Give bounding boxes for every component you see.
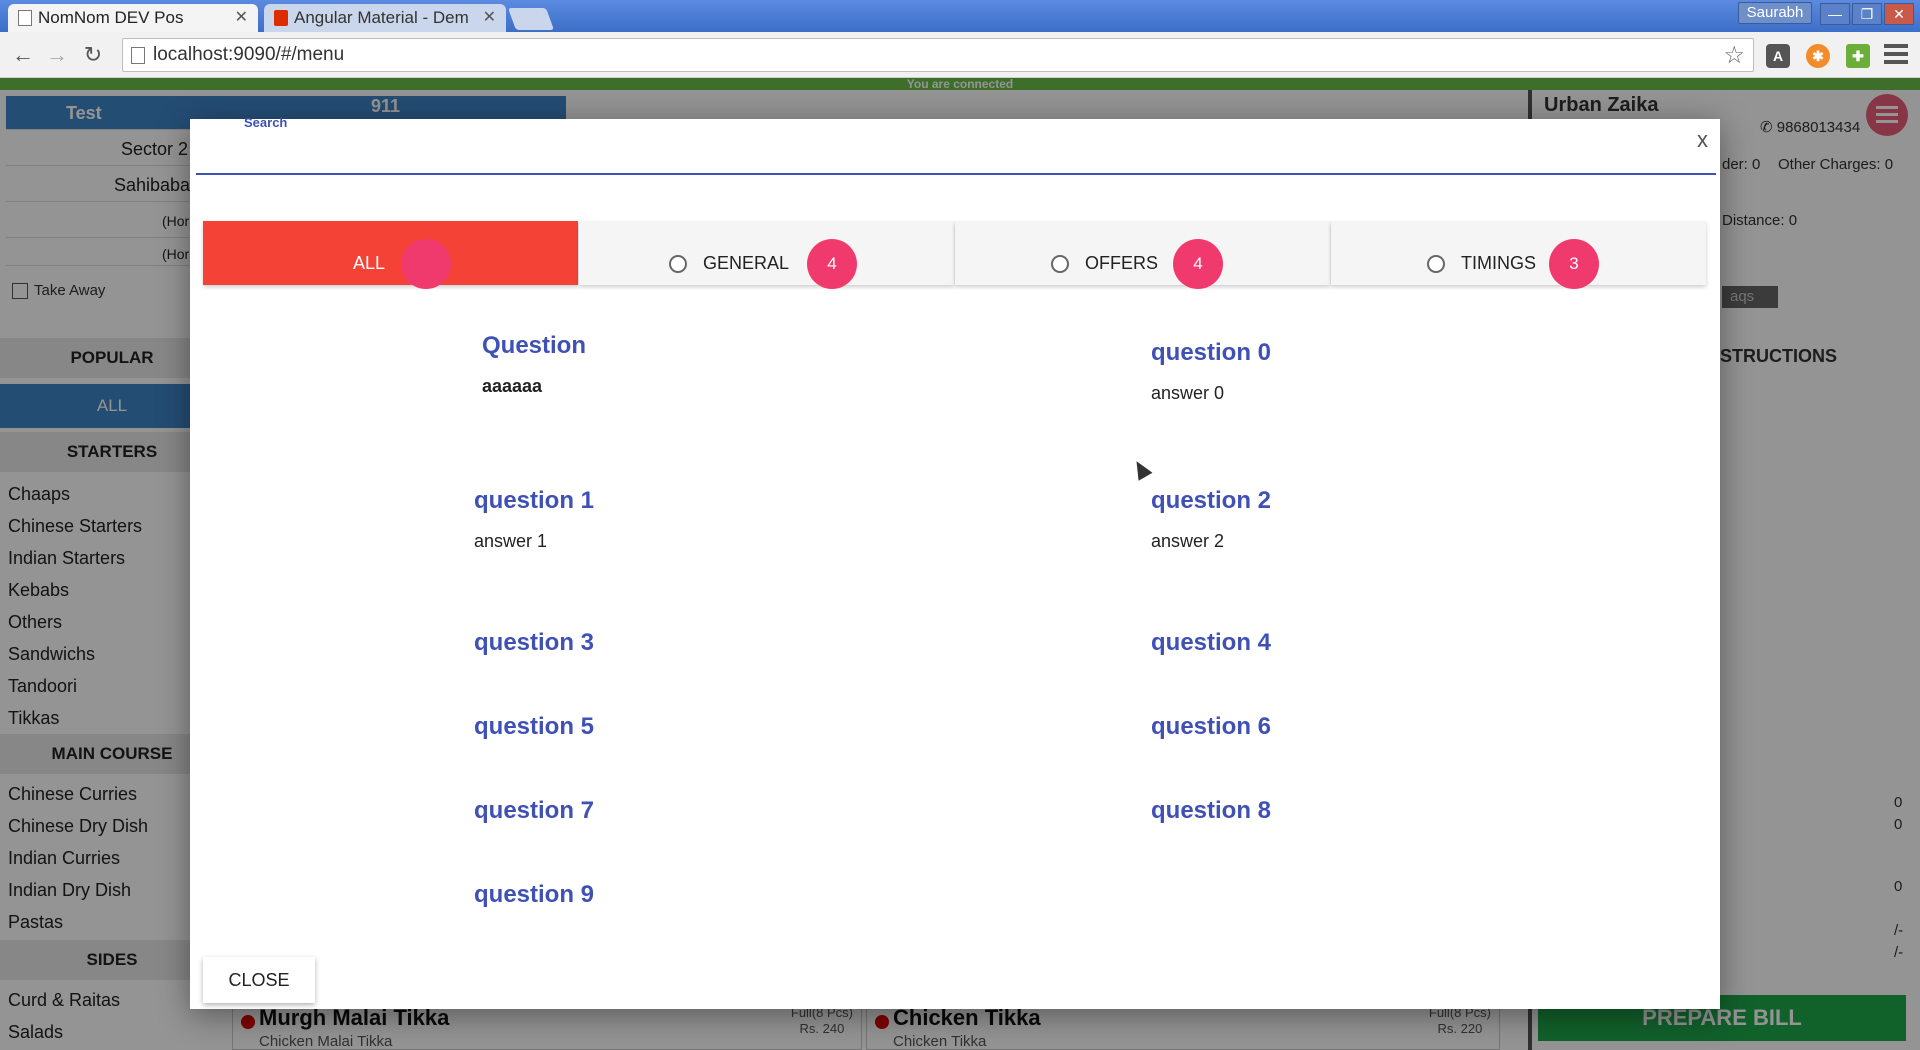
faq-question: question 6 xyxy=(1151,713,1272,740)
tab-general[interactable]: GENERAL 4 xyxy=(579,221,954,289)
back-arrow-icon[interactable]: ← xyxy=(10,42,36,68)
browser-tab-angular-material[interactable]: Angular Material - Dem ✕ xyxy=(264,4,506,32)
radio-icon xyxy=(669,255,687,273)
tab-all[interactable]: ALL xyxy=(203,221,578,289)
faq-question: question 1 xyxy=(474,487,595,514)
restore-button[interactable]: ❐ xyxy=(1852,3,1882,25)
minimize-button[interactable]: — xyxy=(1820,3,1850,25)
faq-question: question 3 xyxy=(474,629,595,656)
tab-timings[interactable]: TIMINGS 3 xyxy=(1331,221,1706,289)
angular-logo-icon xyxy=(274,10,288,26)
tab-label: TIMINGS xyxy=(1461,253,1536,273)
tab-badge xyxy=(401,239,451,289)
faq-item: question 9 xyxy=(474,881,594,909)
tab-badge: 4 xyxy=(807,239,857,289)
faq-dialog: Search x ALL GENERAL 4 OFFERS 4 TIMINGS … xyxy=(190,115,1720,1009)
faq-item: question 2 answer 2 xyxy=(1151,487,1271,552)
tab-label: OFFERS xyxy=(1085,253,1159,273)
faq-question: question 8 xyxy=(1151,797,1272,824)
faq-question: question 4 xyxy=(1151,629,1272,656)
faq-item: question 8 xyxy=(1151,797,1271,825)
faq-answer: answer 2 xyxy=(1151,531,1225,551)
faq-question: question 9 xyxy=(474,881,595,908)
reload-icon[interactable]: ↻ xyxy=(80,42,106,68)
radio-icon xyxy=(1051,255,1069,273)
address-bar[interactable]: localhost:9090/#/menu ☆ xyxy=(122,38,1754,72)
faq-answer: answer 0 xyxy=(1151,383,1225,403)
radio-icon xyxy=(1427,255,1445,273)
faq-question: question 5 xyxy=(474,713,595,740)
faq-item: question 3 xyxy=(474,629,594,657)
faq-question: Question xyxy=(482,332,587,359)
faq-item: question 0 answer 0 xyxy=(1151,339,1271,404)
faq-answer: answer 1 xyxy=(474,531,548,551)
faq-item: Question aaaaaa xyxy=(482,332,586,397)
close-tab-icon[interactable]: ✕ xyxy=(235,4,248,32)
search-input[interactable] xyxy=(196,131,1716,175)
tab-title: NomNom DEV Pos xyxy=(38,8,184,27)
browser-toolbar: ← → ↻ localhost:9090/#/menu ☆ A ✱ ✚ xyxy=(0,32,1920,78)
tab-badge: 4 xyxy=(1173,239,1223,289)
close-icon[interactable]: x xyxy=(1697,127,1708,153)
tab-badge: 3 xyxy=(1549,239,1599,289)
faq-item: question 5 xyxy=(474,713,594,741)
page-icon xyxy=(18,10,32,26)
tab-label: ALL xyxy=(353,253,386,273)
faq-item: question 4 xyxy=(1151,629,1271,657)
faq-question: question 2 xyxy=(1151,487,1272,514)
extension-orange-icon[interactable]: ✱ xyxy=(1806,44,1830,68)
forward-arrow-icon[interactable]: → xyxy=(44,42,70,68)
close-tab-icon[interactable]: ✕ xyxy=(483,4,496,32)
faq-category-tabs: ALL GENERAL 4 OFFERS 4 TIMINGS 3 xyxy=(203,221,1707,289)
close-button[interactable]: CLOSE xyxy=(203,957,315,1003)
new-tab-button[interactable] xyxy=(507,8,555,30)
faq-item: question 7 xyxy=(474,797,594,825)
tab-title: Angular Material - Dem xyxy=(294,8,469,27)
tab-label: GENERAL xyxy=(703,253,790,273)
bookmark-star-icon[interactable]: ☆ xyxy=(1723,41,1745,70)
url-text: localhost:9090/#/menu xyxy=(153,44,345,65)
faq-question: question 7 xyxy=(474,797,595,824)
faq-answer: aaaaaa xyxy=(482,376,543,396)
browser-tab-strip: NomNom DEV Pos ✕ Angular Material - Dem … xyxy=(0,0,1920,32)
angular-extension-icon[interactable]: A xyxy=(1766,44,1790,68)
tab-offers[interactable]: OFFERS 4 xyxy=(955,221,1330,289)
browser-menu-icon[interactable] xyxy=(1884,44,1908,66)
search-label: Search xyxy=(244,115,288,130)
faq-question: question 0 xyxy=(1151,339,1272,366)
extension-green-icon[interactable]: ✚ xyxy=(1846,44,1870,68)
faq-item: question 1 answer 1 xyxy=(474,487,594,552)
page-icon xyxy=(131,47,145,64)
window-close-button[interactable]: ✕ xyxy=(1884,3,1914,25)
browser-tab-nomnom[interactable]: NomNom DEV Pos ✕ xyxy=(8,4,258,32)
profile-button[interactable]: Saurabh xyxy=(1738,2,1812,24)
faq-item: question 6 xyxy=(1151,713,1271,741)
